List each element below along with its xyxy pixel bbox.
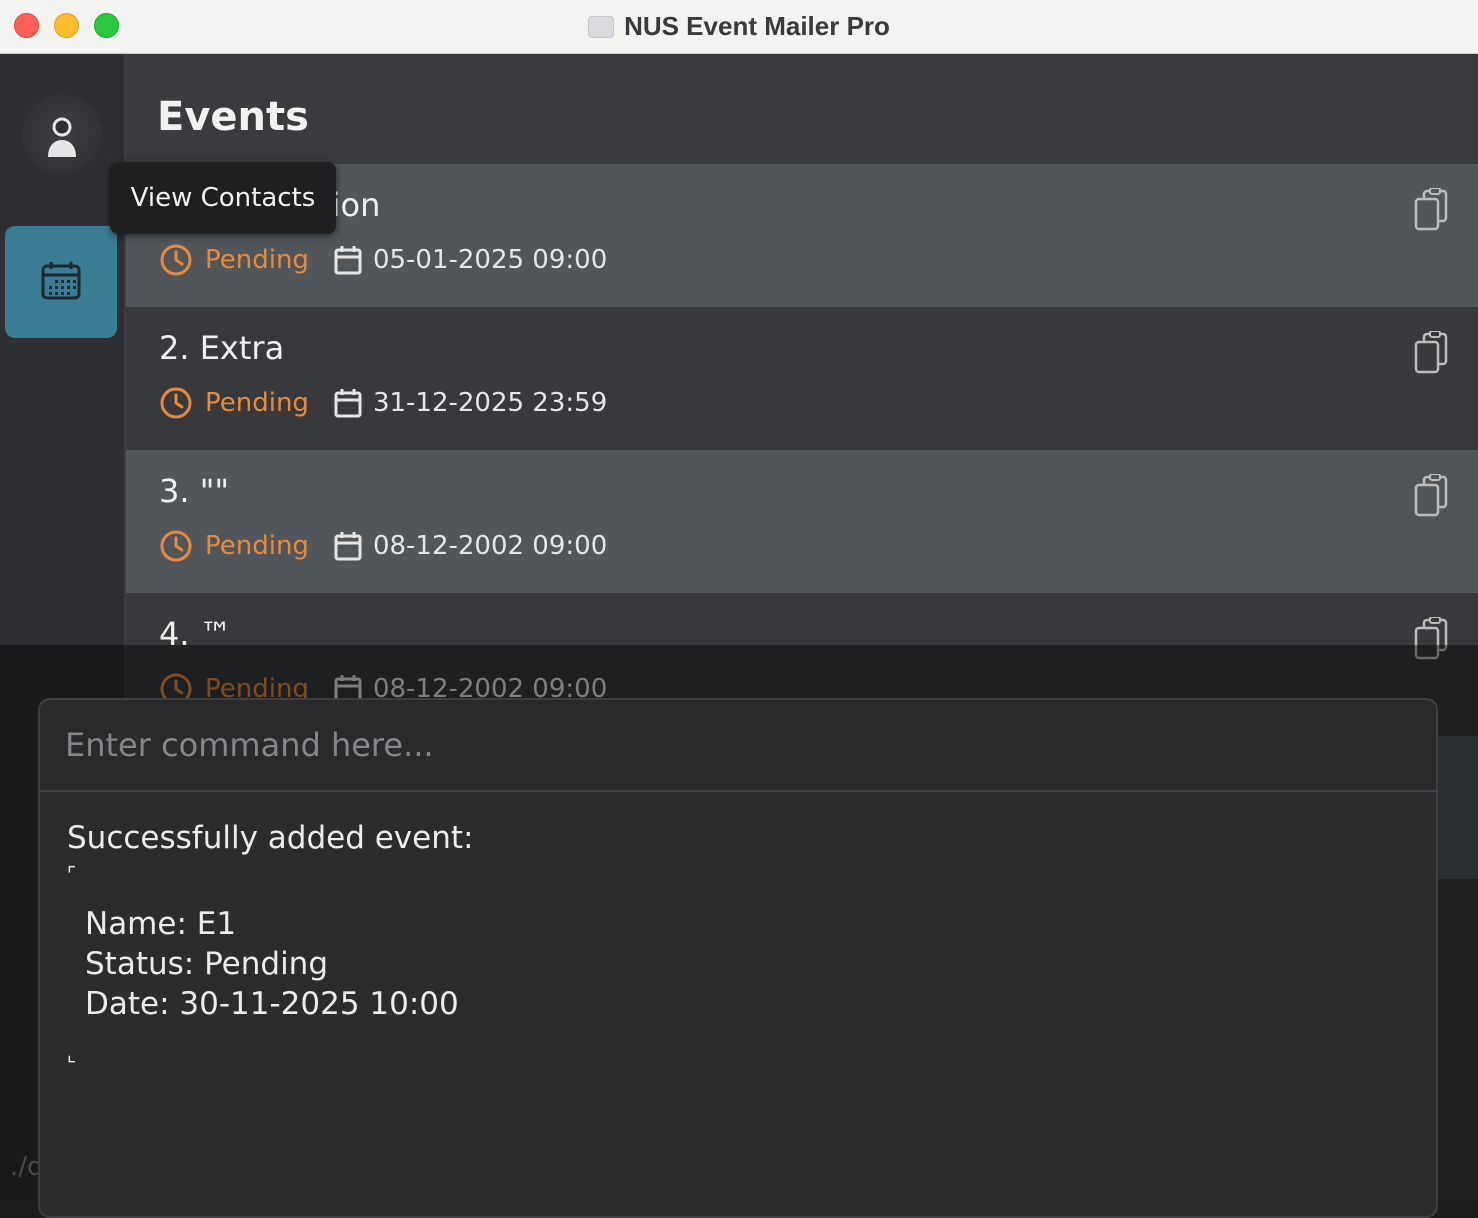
- result-heading: Successfully added event:: [67, 820, 474, 856]
- result-lines: Name: E1 Status: Pending Date: 30-11-202…: [67, 904, 473, 1024]
- event-meta: Pending 05-01-2025 09:00: [159, 242, 607, 278]
- event-date: 08-12-2002 09:00: [372, 531, 608, 561]
- tooltip: View Contacts: [110, 162, 336, 234]
- title-bar: NUS Event Mailer Pro: [0, 0, 1478, 54]
- event-date: 05-01-2025 09:00: [372, 245, 608, 275]
- command-panel: Successfully added event: ⌜ Name: E1 Sta…: [38, 698, 1438, 1218]
- event-title: 2. Extra: [159, 329, 285, 367]
- window-title-text: NUS Event Mailer Pro: [624, 11, 890, 41]
- open-bracket: ⌜: [67, 862, 77, 886]
- copy-icon[interactable]: [1412, 188, 1452, 232]
- close-bracket: ⌞: [67, 1042, 77, 1066]
- window-title: NUS Event Mailer Pro: [0, 0, 1478, 53]
- command-input[interactable]: [40, 700, 1436, 792]
- clock-icon: [160, 530, 192, 562]
- result-line: Status: Pending: [85, 946, 329, 982]
- tooltip-text: View Contacts: [130, 183, 316, 213]
- app-icon: [588, 15, 615, 38]
- calendar-icon: [333, 387, 363, 419]
- event-date: 31-12-2025 23:59: [372, 388, 608, 418]
- result-line: Date: 30-11-2025 10:00: [85, 986, 459, 1022]
- contacts-nav-button[interactable]: [22, 94, 102, 174]
- copy-icon[interactable]: [1412, 331, 1452, 375]
- status-badge: Pending: [205, 245, 309, 275]
- person-icon: [48, 117, 76, 157]
- events-nav-button[interactable]: [5, 226, 117, 338]
- status-badge: Pending: [205, 388, 309, 418]
- calendar-icon: [41, 262, 81, 300]
- page-title: Events: [157, 94, 309, 140]
- clock-icon: [160, 244, 192, 276]
- result-line: Name: E1: [85, 906, 237, 942]
- event-title: 3. "": [159, 472, 230, 510]
- event-row[interactable]: 3. "" Pending 08-12-2002 09:00: [126, 450, 1478, 593]
- clock-icon: [160, 387, 192, 419]
- calendar-icon: [333, 244, 363, 276]
- event-meta: Pending 31-12-2025 23:59: [159, 385, 607, 421]
- event-meta: Pending 08-12-2002 09:00: [159, 528, 607, 564]
- status-badge: Pending: [205, 531, 309, 561]
- copy-icon[interactable]: [1412, 474, 1452, 518]
- event-row[interactable]: 2. Extra Pending 31-12-2025 23:59: [126, 307, 1478, 450]
- calendar-icon: [333, 530, 363, 562]
- result-display: Successfully added event: ⌜ Name: E1 Sta…: [67, 818, 473, 1064]
